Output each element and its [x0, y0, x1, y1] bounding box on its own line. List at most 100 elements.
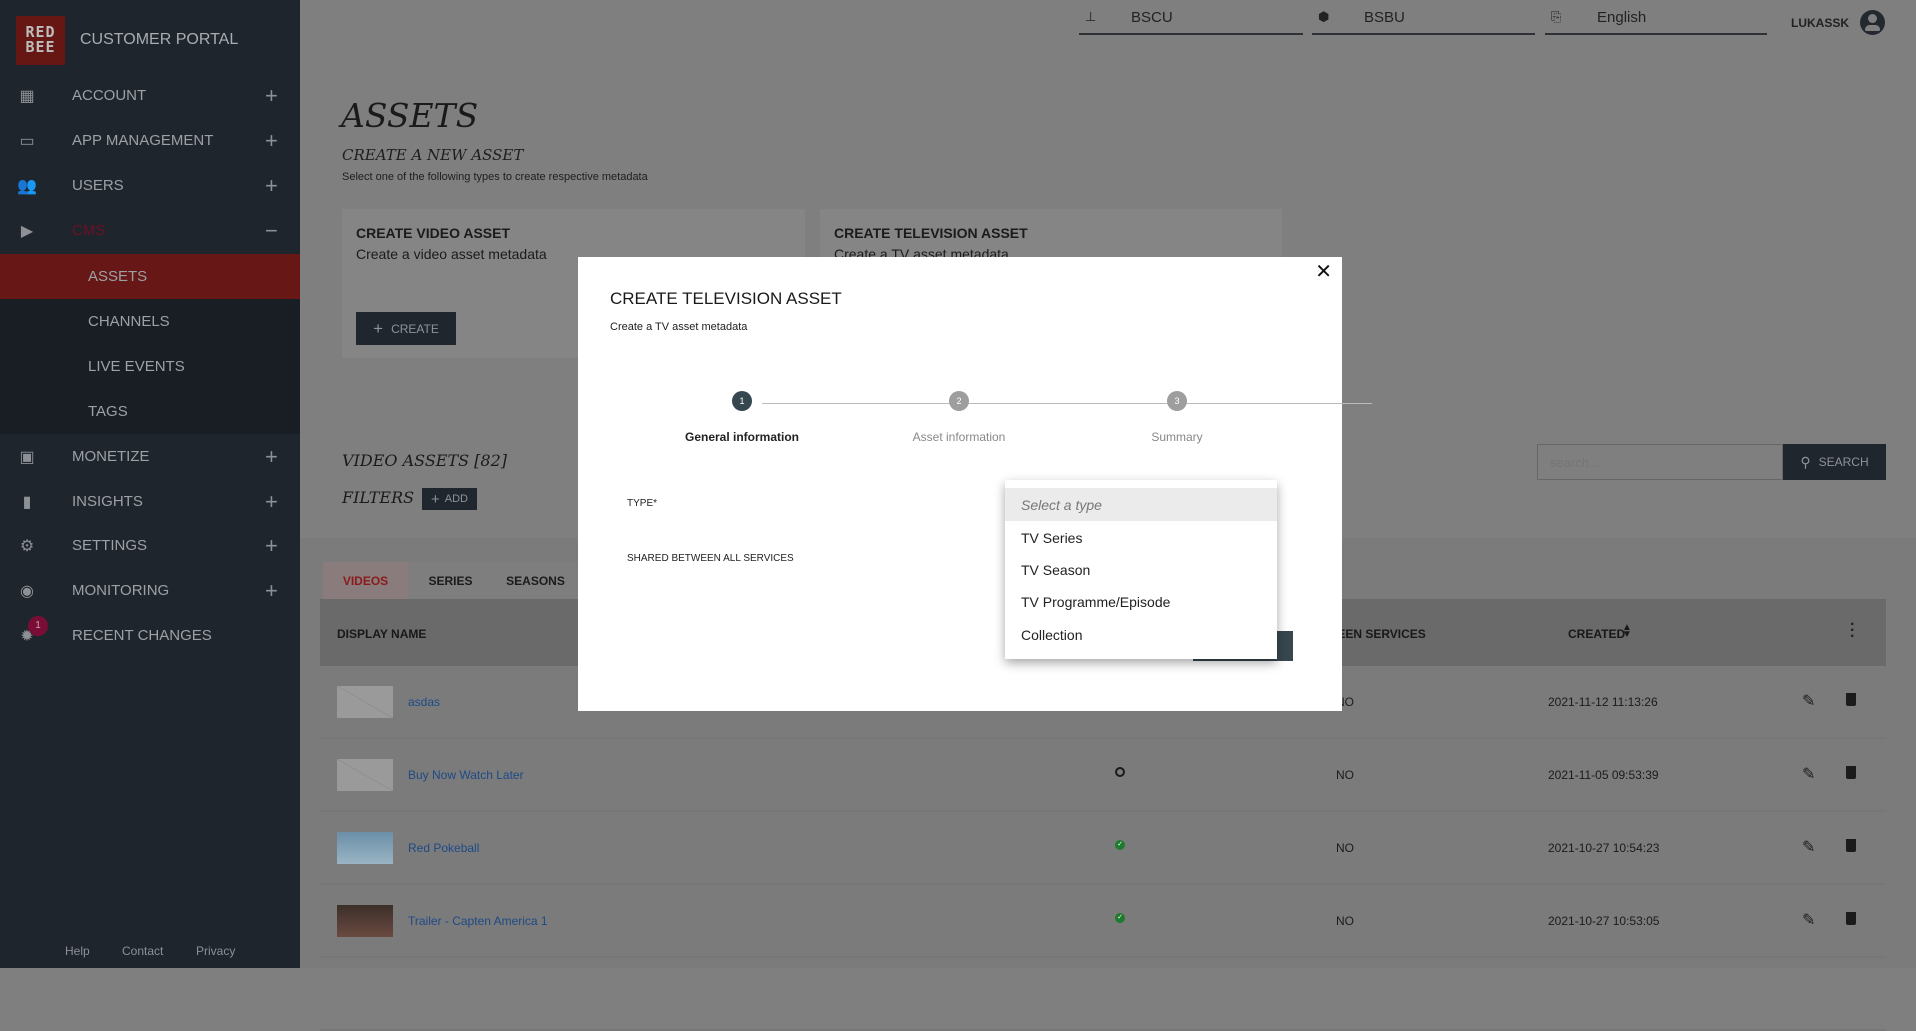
step-2-indicator: 2 — [949, 391, 969, 411]
asset-thumbnail — [337, 759, 393, 791]
delete-icon[interactable] — [1846, 693, 1856, 706]
sidebar-item-cms[interactable]: ▶ CMS − — [0, 208, 300, 253]
delete-icon[interactable] — [1846, 912, 1856, 925]
created-date: 2021-11-12 11:13:26 — [1548, 695, 1658, 709]
table-row[interactable] — [320, 958, 1886, 1031]
unpublished-status-icon — [1115, 767, 1125, 777]
expand-icon[interactable]: + — [265, 173, 278, 199]
asset-name-link[interactable]: Trailer - Capten America 1 — [408, 914, 548, 928]
business-unit-select[interactable]: ⬢ BSBU — [1312, 1, 1535, 35]
expand-icon[interactable]: + — [265, 83, 278, 109]
table-row[interactable]: Trailer - Capten America 1 ✓ NO 2021-10-27… — [320, 885, 1886, 958]
created-date: 2021-11-05 09:53:39 — [1548, 768, 1659, 782]
type-label: TYPE* — [627, 498, 658, 509]
sidebar-item-assets[interactable]: ASSETS — [0, 254, 300, 299]
sidebar-item-users[interactable]: 👥 USERS + — [0, 163, 300, 208]
asset-name-link[interactable]: asdas — [408, 695, 440, 709]
create-video-button[interactable]: + CREATE — [356, 312, 456, 345]
sidebar-item-monitoring[interactable]: ◉ MONITORING + — [0, 568, 300, 613]
shared-value: NO — [1336, 768, 1354, 782]
help-link[interactable]: Help — [65, 944, 90, 958]
expand-icon[interactable]: + — [265, 128, 278, 154]
red-bee-logo[interactable]: RED BEE — [16, 16, 65, 65]
filters-label: FILTERS — [342, 488, 415, 507]
sidebar-item-app-management[interactable]: ▭ APP MANAGEMENT + — [0, 118, 300, 163]
translate-icon: ⎘ — [1551, 9, 1562, 24]
tv-play-icon: ▶ — [20, 222, 34, 240]
step-2-label: Asset information — [912, 430, 1006, 444]
edit-icon[interactable]: ✎ — [1802, 837, 1815, 857]
tab-series[interactable]: SERIES — [408, 562, 493, 599]
asset-thumbnail — [337, 832, 393, 864]
expand-icon[interactable]: + — [265, 489, 278, 515]
sidebar: RED BEE CUSTOMER PORTAL ▦ ACCOUNT + ▭ APP MA… — [0, 0, 300, 968]
option-tv-season[interactable]: TV Season — [1005, 553, 1277, 586]
option-tv-series[interactable]: TV Series — [1005, 521, 1277, 554]
sidebar-item-account[interactable]: ▦ ACCOUNT + — [0, 73, 300, 118]
step-3-indicator: 3 — [1167, 391, 1187, 411]
shared-value: NO — [1336, 914, 1354, 928]
option-collection[interactable]: Collection — [1005, 618, 1277, 651]
sidebar-item-live-events[interactable]: LIVE EVENTS — [0, 344, 300, 389]
delete-icon[interactable] — [1846, 839, 1856, 852]
published-check-icon: ✓ — [1115, 840, 1125, 850]
plus-icon: + — [431, 490, 440, 508]
col-created[interactable]: CREATED — [1568, 627, 1625, 641]
dropdown-placeholder[interactable]: Select a type — [1005, 488, 1277, 521]
edit-icon[interactable]: ✎ — [1802, 910, 1815, 930]
page-title: ASSETS — [341, 96, 479, 135]
asset-name-link[interactable]: Buy Now Watch Later — [408, 768, 524, 782]
modal-title: CREATE TELEVISION ASSET — [610, 289, 842, 308]
tab-seasons[interactable]: SEASONS — [493, 562, 578, 599]
search-button[interactable]: ⚲ SEARCH — [1783, 444, 1886, 480]
gear-icon: ⚙ — [19, 537, 35, 555]
cube-icon: ⬢ — [1318, 9, 1330, 24]
customer-select[interactable]: ⊥ BSCU — [1079, 1, 1303, 35]
building-icon: ▦ — [19, 87, 35, 105]
expand-icon[interactable]: + — [265, 533, 278, 559]
contact-link[interactable]: Contact — [122, 944, 163, 958]
option-tv-programme-episode[interactable]: TV Programme/Episode — [1005, 585, 1277, 618]
privacy-link[interactable]: Privacy — [196, 944, 235, 958]
step-1-indicator: 1 — [732, 391, 752, 411]
edit-icon[interactable]: ✎ — [1802, 764, 1815, 784]
modal-subtitle: Create a TV asset metadata — [610, 321, 748, 333]
username[interactable]: LUKASSK — [1791, 16, 1849, 30]
published-check-icon: ✓ — [1115, 913, 1125, 923]
created-date: 2021-10-27 10:54:23 — [1548, 841, 1660, 855]
collapse-icon[interactable]: − — [265, 218, 278, 244]
sidebar-item-settings[interactable]: ⚙ SETTINGS + — [0, 523, 300, 568]
sidebar-item-tags[interactable]: TAGS — [0, 389, 300, 434]
plus-icon: + — [373, 318, 384, 338]
sidebar-item-insights[interactable]: ▮ INSIGHTS + — [0, 479, 300, 524]
edit-icon[interactable]: ✎ — [1802, 691, 1815, 711]
expand-icon[interactable]: + — [265, 444, 278, 470]
tab-videos[interactable]: VIDEOS — [323, 562, 408, 599]
table-row[interactable]: Buy Now Watch Later NO 2021-11-05 09:53:3… — [320, 739, 1886, 812]
hierarchy-icon: ⊥ — [1085, 9, 1097, 24]
asset-name-link[interactable]: Red Pokeball — [408, 841, 479, 855]
table-row[interactable]: Red Pokeball ✓ NO 2021-10-27 10:54:23 ✎ — [320, 812, 1886, 885]
type-dropdown[interactable]: Select a type TV Series TV Season TV Pro… — [1005, 480, 1277, 659]
bar-chart-icon: ▮ — [22, 493, 32, 511]
eye-icon: ◉ — [20, 582, 34, 600]
shared-label: SHARED BETWEEN ALL SERVICES — [627, 553, 794, 564]
add-filter-button[interactable]: + ADD — [422, 488, 477, 510]
account-avatar-icon[interactable] — [1860, 10, 1885, 35]
col-display-name[interactable]: DISPLAY NAME — [337, 627, 426, 641]
language-select[interactable]: ⎘ English — [1545, 1, 1767, 35]
asset-thumbnail — [337, 905, 393, 937]
devices-icon: ▭ — [19, 132, 35, 150]
sidebar-item-channels[interactable]: CHANNELS — [0, 299, 300, 344]
delete-icon[interactable] — [1846, 766, 1856, 779]
section-title: CREATE A NEW ASSET — [342, 146, 524, 164]
close-icon[interactable]: ✕ — [1315, 259, 1332, 284]
step-3-label: Summary — [1151, 430, 1203, 444]
expand-icon[interactable]: + — [265, 578, 278, 604]
sidebar-item-monetize[interactable]: ▣ MONETIZE + — [0, 434, 300, 479]
sort-icon[interactable]: ▲ ▼ — [1622, 623, 1632, 640]
search-icon: ⚲ — [1800, 453, 1811, 470]
more-options-icon[interactable]: · · · — [1850, 617, 1855, 645]
section-hint: Select one of the following types to cre… — [342, 171, 648, 183]
search-input[interactable] — [1537, 444, 1783, 480]
